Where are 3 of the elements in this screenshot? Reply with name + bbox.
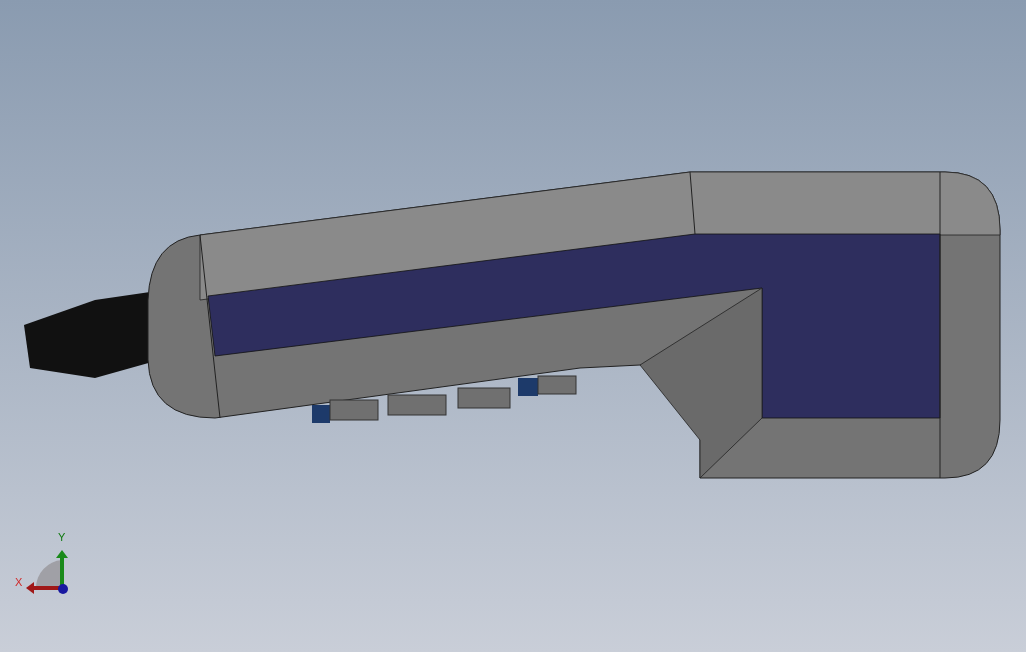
axis-triad-drawing (26, 550, 68, 594)
x-axis-label: X (15, 577, 23, 588)
y-axis-label: Y (58, 532, 66, 543)
